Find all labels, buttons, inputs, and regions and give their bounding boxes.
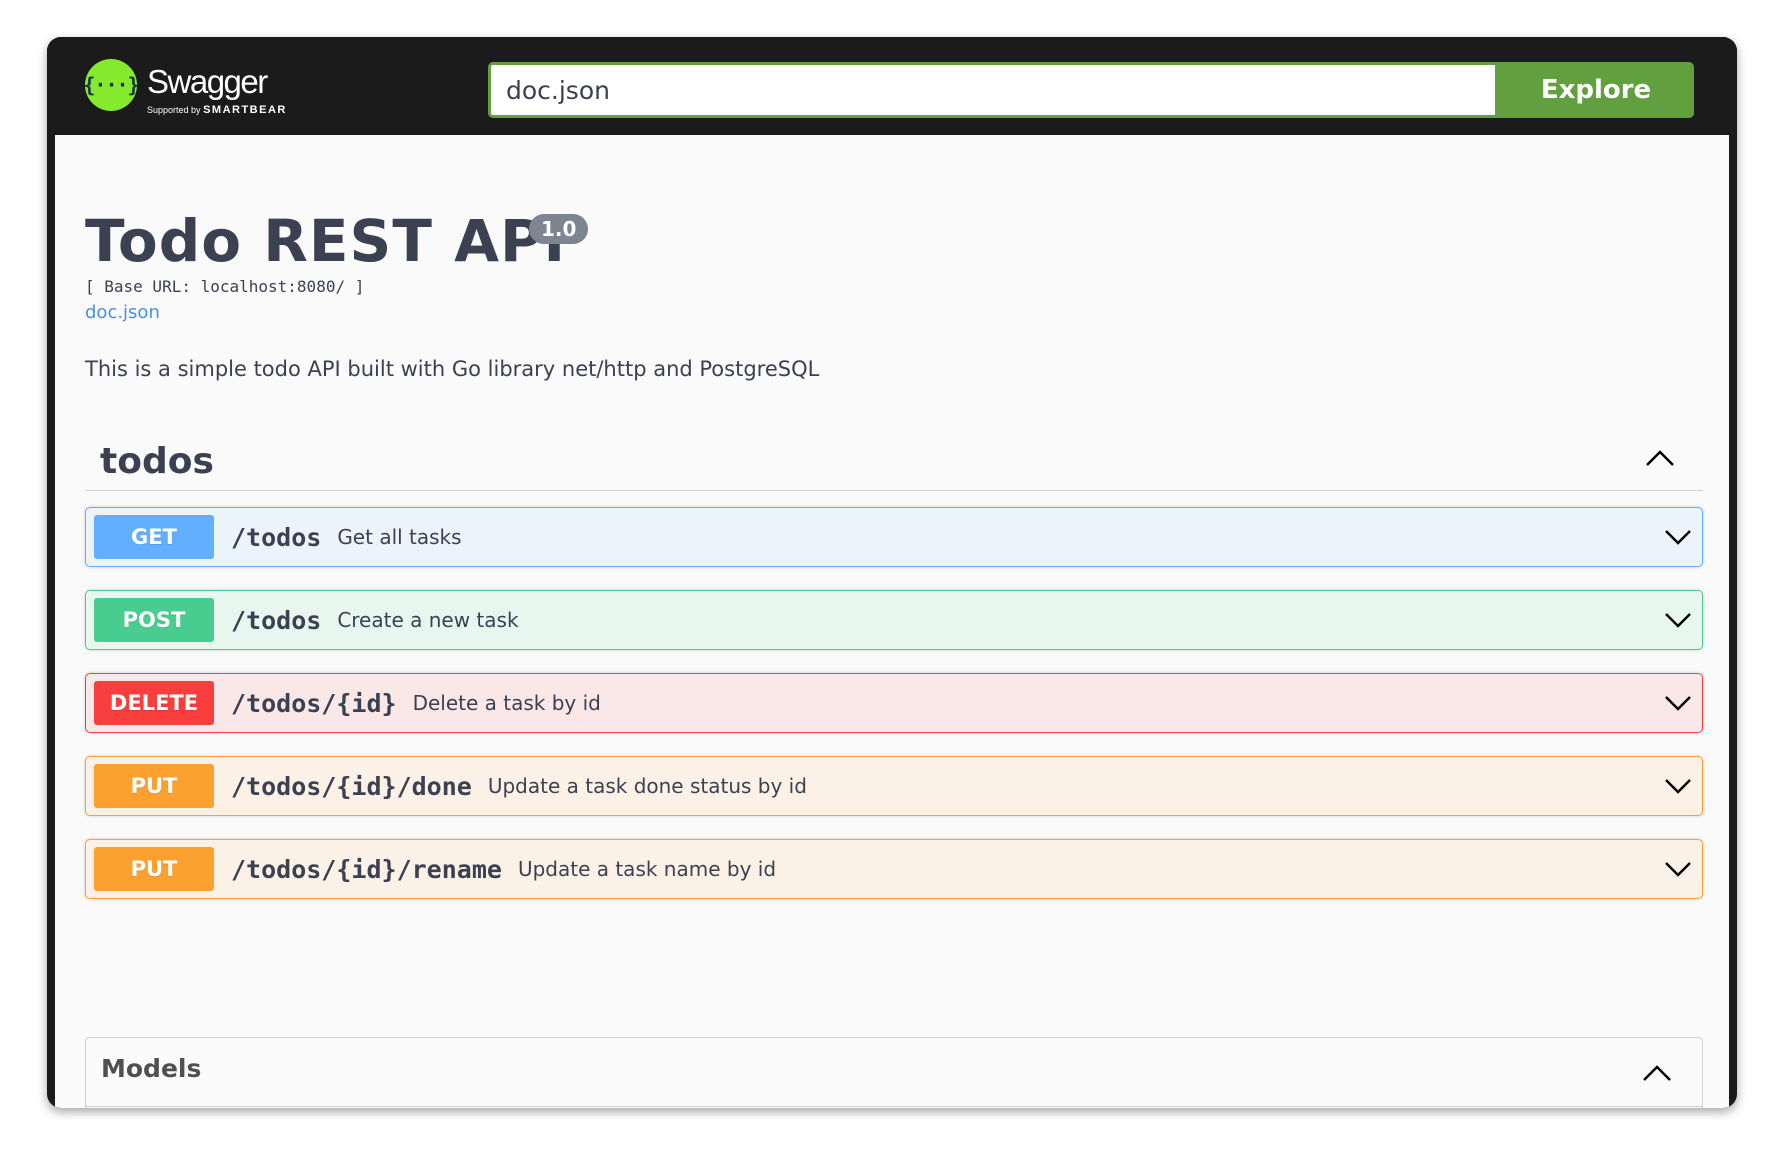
method-badge: DELETE [94, 681, 214, 725]
spec-url-input[interactable]: doc.json [488, 62, 1498, 118]
topbar: {···} Swagger Supported by SMARTBEAR doc… [47, 37, 1737, 135]
operation-post-todos[interactable]: POST /todos Create a new task [85, 590, 1703, 650]
operation-summary: Create a new task [337, 608, 519, 632]
swagger-logo[interactable]: {···} Swagger Supported by SMARTBEAR [83, 59, 325, 116]
chevron-down-icon[interactable] [1664, 694, 1692, 712]
operation-path: /todos [231, 522, 322, 552]
operation-delete-todo[interactable]: DELETE /todos/{id} Delete a task by id [85, 673, 1703, 733]
main-content: Todo REST API 1.0 [ Base URL: localhost:… [55, 135, 1729, 1108]
chevron-up-icon[interactable] [1645, 449, 1675, 467]
operation-path: /todos [231, 605, 322, 635]
chevron-down-icon[interactable] [1664, 860, 1692, 878]
swagger-logo-icon: {···} [83, 59, 140, 111]
tag-name: todos [100, 441, 214, 482]
spec-link[interactable]: doc.json [85, 302, 160, 323]
swagger-wordmark: Swagger [147, 63, 268, 100]
api-description: This is a simple todo API built with Go … [85, 357, 820, 381]
chevron-down-icon[interactable] [1664, 777, 1692, 795]
operation-path: /todos/{id} [231, 688, 397, 718]
version-badge: 1.0 [529, 214, 589, 244]
method-badge: PUT [94, 847, 214, 891]
operation-get-todos[interactable]: GET /todos Get all tasks [85, 507, 1703, 567]
operation-path: /todos/{id}/rename [231, 854, 502, 884]
method-badge: GET [94, 515, 214, 559]
models-section: Models [85, 1037, 1703, 1108]
chevron-down-icon[interactable] [1664, 528, 1692, 546]
operation-summary: Get all tasks [337, 525, 462, 549]
tag-todos-header[interactable]: todos [85, 419, 1703, 491]
models-title: Models [101, 1054, 202, 1083]
explore-button[interactable]: Explore [1498, 62, 1694, 118]
api-title: Todo REST API [85, 207, 567, 275]
operation-put-done[interactable]: PUT /todos/{id}/done Update a task done … [85, 756, 1703, 816]
operation-summary: Update a task name by id [517, 857, 777, 881]
operation-put-rename[interactable]: PUT /todos/{id}/rename Update a task nam… [85, 839, 1703, 899]
base-url: [ Base URL: localhost:8080/ ] [85, 277, 365, 296]
models-header[interactable]: Models [86, 1038, 1702, 1107]
method-badge: PUT [94, 764, 214, 808]
chevron-up-icon[interactable] [1642, 1064, 1672, 1082]
operation-path: /todos/{id}/done [231, 771, 472, 801]
chevron-down-icon[interactable] [1664, 611, 1692, 629]
browser-window: {···} Swagger Supported by SMARTBEAR doc… [47, 37, 1737, 1108]
method-badge: POST [94, 598, 214, 642]
operation-summary: Delete a task by id [412, 691, 601, 715]
operation-summary: Update a task done status by id [487, 774, 807, 798]
supported-by-text: Supported by SMARTBEAR [147, 104, 287, 116]
